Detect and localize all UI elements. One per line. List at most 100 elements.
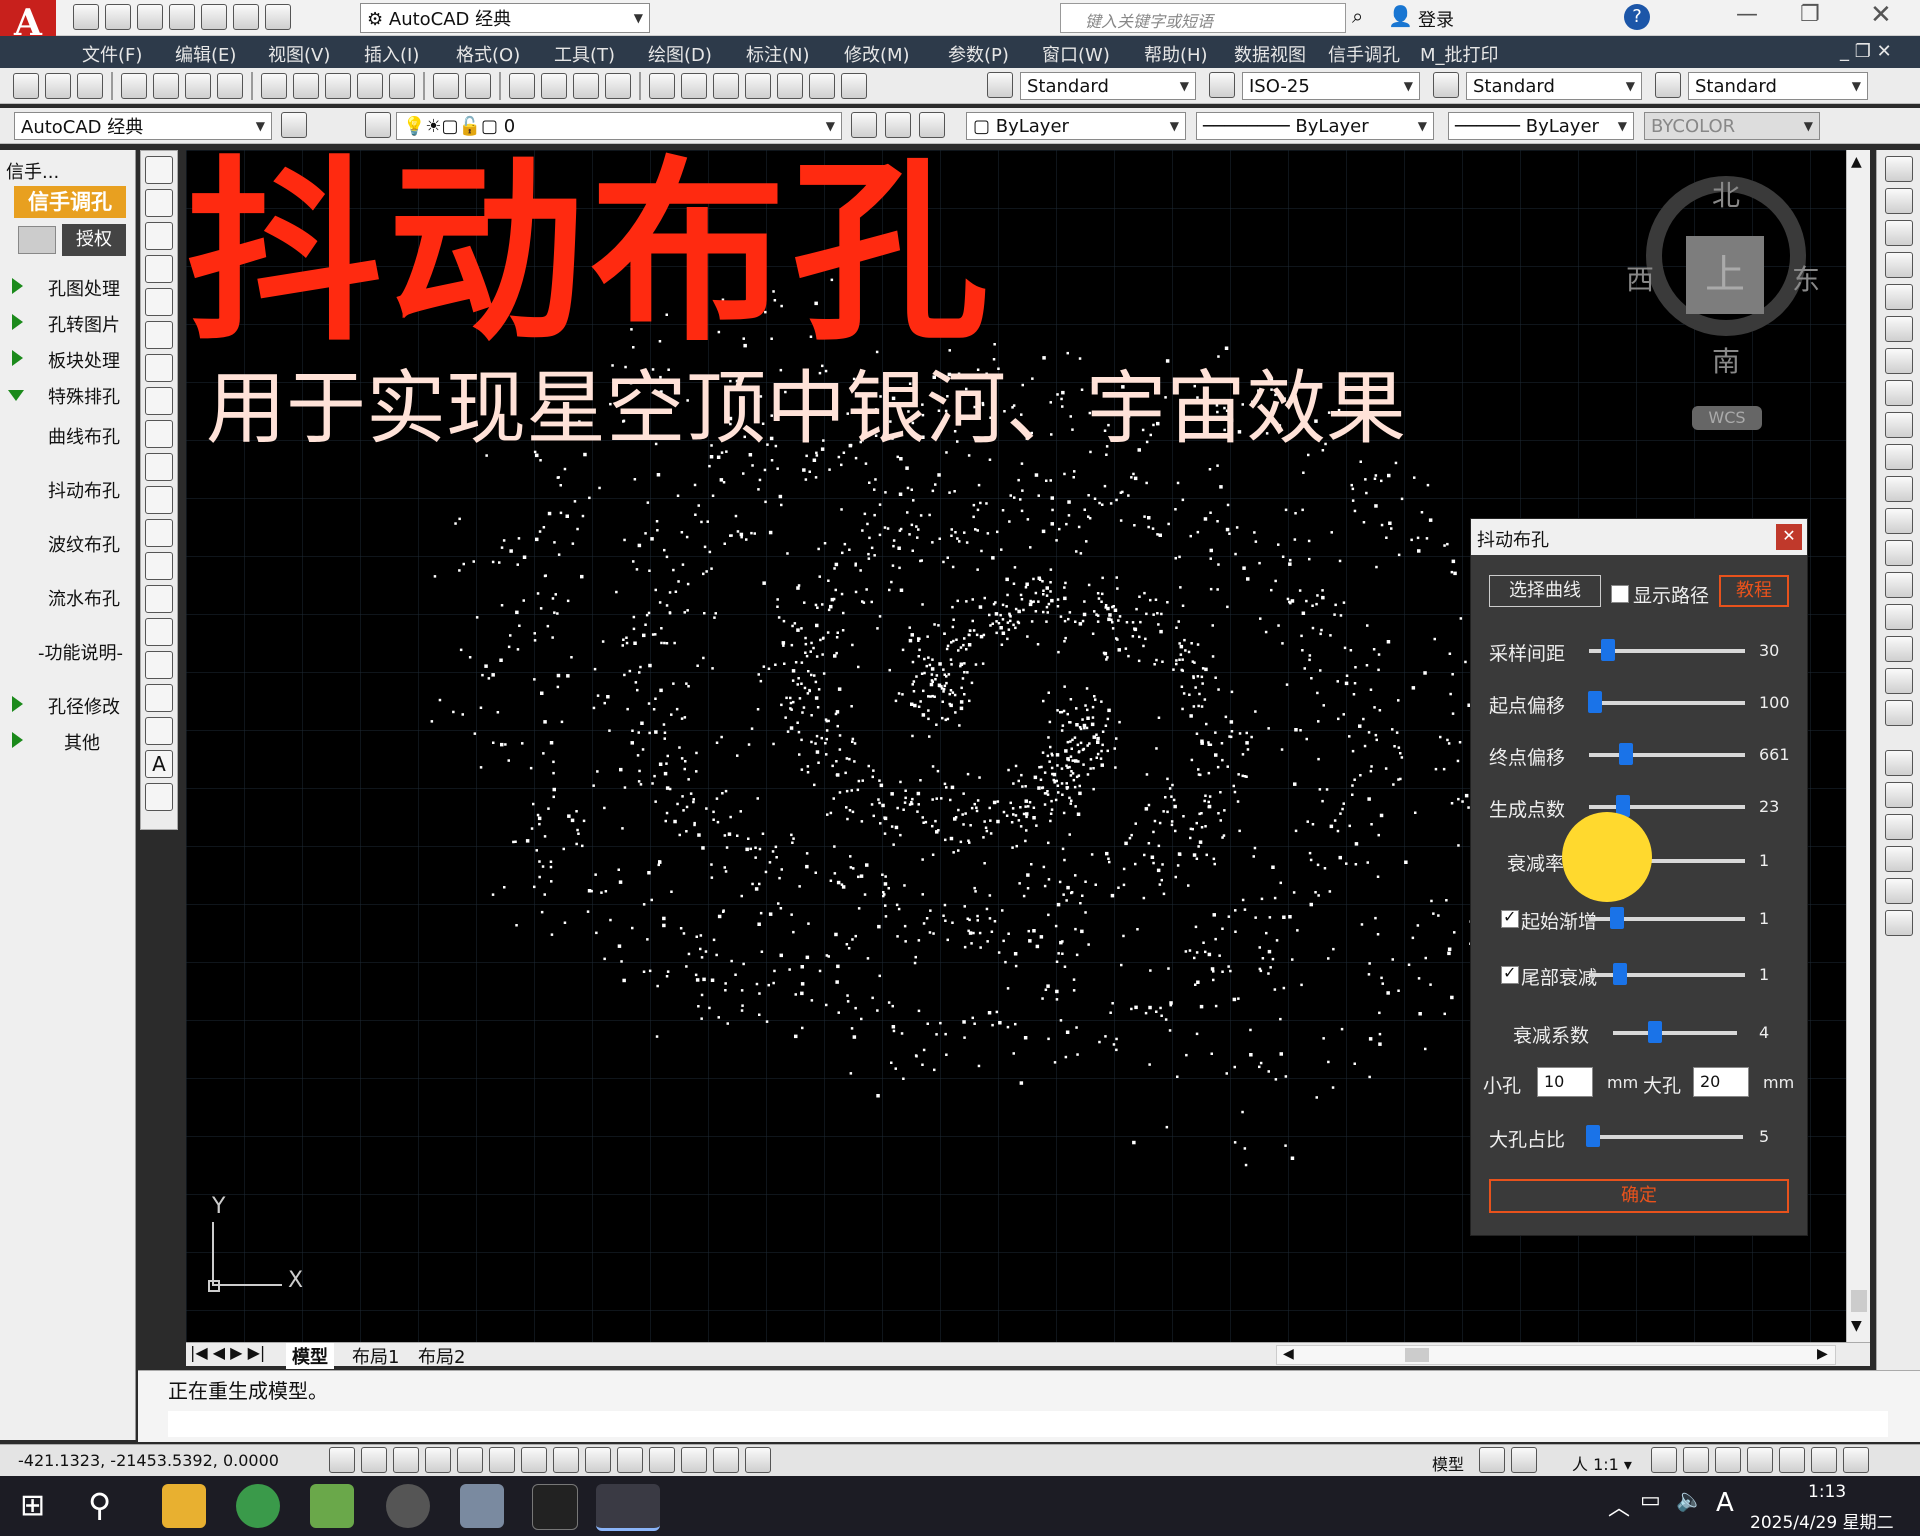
help-book-icon[interactable] xyxy=(841,73,867,99)
hardware-accel-icon[interactable] xyxy=(1779,1447,1805,1473)
horizontal-scrollbar[interactable]: ◀ ▶ xyxy=(1276,1345,1836,1365)
draworder-front-icon[interactable] xyxy=(1884,750,1913,776)
layer-select[interactable]: 💡☀▢🔓▢ 0 ▼ xyxy=(396,112,842,140)
menu-item-special-layout[interactable]: 特殊排孔 xyxy=(0,380,136,410)
pan-icon[interactable] xyxy=(509,73,535,99)
scroll-left-icon[interactable]: ◀ xyxy=(1283,1346,1294,1362)
menu-item-help[interactable]: -功能说明- xyxy=(0,636,136,666)
match-icon[interactable] xyxy=(357,73,383,99)
table-style-icon[interactable] xyxy=(1433,72,1459,98)
doc-window-controls[interactable]: _ ❐ ✕ xyxy=(1840,41,1892,62)
auth-button[interactable]: 授权 xyxy=(62,224,126,256)
ortho-icon[interactable] xyxy=(425,1447,451,1473)
explode-icon[interactable] xyxy=(1884,700,1913,726)
menu-item-board-processing[interactable]: 板块处理 xyxy=(0,344,136,374)
user-icon[interactable]: 👤 xyxy=(1388,4,1413,28)
new-icon[interactable] xyxy=(73,4,99,30)
viewcube[interactable]: 北 南 西 东 上 WCS xyxy=(1626,150,1826,430)
copy-icon[interactable] xyxy=(293,73,319,99)
transparency-icon[interactable] xyxy=(681,1447,707,1473)
tray-chevron-icon[interactable]: ︿ xyxy=(1608,1490,1630,1522)
quick-view-layouts-icon[interactable] xyxy=(1479,1447,1505,1473)
auto-scale-icon[interactable] xyxy=(1683,1447,1709,1473)
ime-indicator[interactable]: A xyxy=(1716,1488,1734,1518)
menu-item-curve-holes[interactable]: 曲线布孔 xyxy=(0,420,136,450)
make-current-icon[interactable] xyxy=(851,112,877,138)
sc-icon[interactable] xyxy=(745,1447,771,1473)
make-block-icon[interactable] xyxy=(145,552,173,580)
layer-previous-icon[interactable] xyxy=(885,112,911,138)
open-file-icon[interactable] xyxy=(45,73,71,99)
menu-draw[interactable]: 绘图(D) xyxy=(648,41,712,67)
spline-icon[interactable] xyxy=(145,420,173,448)
command-input[interactable] xyxy=(168,1411,1888,1437)
menu-item-other[interactable]: 其他 xyxy=(0,726,136,756)
workspace-switcher[interactable]: ⚙ AutoCAD 经典 ▼ xyxy=(360,3,650,33)
slider-track[interactable] xyxy=(1589,753,1745,757)
wcs-button[interactable]: WCS xyxy=(1692,406,1762,430)
extend-icon[interactable] xyxy=(1884,476,1913,502)
recorder-icon[interactable] xyxy=(386,1484,430,1528)
lineweight-icon[interactable] xyxy=(649,1447,675,1473)
properties-icon[interactable] xyxy=(649,73,675,99)
workspace-select[interactable]: AutoCAD 经典 ▼ xyxy=(14,112,272,140)
ratio-slider-thumb[interactable] xyxy=(1586,1125,1601,1147)
viewcube-top-face[interactable]: 上 xyxy=(1686,236,1764,314)
ellipse-icon[interactable] xyxy=(145,453,173,481)
menu-xinshou[interactable]: 信手调孔 xyxy=(1328,41,1400,67)
slider-thumb[interactable] xyxy=(1588,691,1603,713)
slider-enable-checkbox[interactable] xyxy=(1501,907,1519,928)
calculator-icon[interactable] xyxy=(809,73,835,99)
rotate-icon[interactable] xyxy=(1884,348,1913,374)
volume-icon[interactable]: 🔈 xyxy=(1676,1488,1703,1513)
dyn-icon[interactable] xyxy=(617,1447,643,1473)
preview-icon[interactable] xyxy=(153,73,179,99)
layer-iso-icon[interactable] xyxy=(919,112,945,138)
notepad-icon[interactable] xyxy=(310,1484,354,1528)
linetype-select[interactable]: ──────── ByLayer ▼ xyxy=(1196,112,1434,140)
redo-icon[interactable] xyxy=(465,73,491,99)
blend-icon[interactable] xyxy=(1884,668,1913,694)
menu-window[interactable]: 窗口(W) xyxy=(1042,41,1110,67)
show-path-checkbox[interactable] xyxy=(1611,585,1629,603)
compass-east[interactable]: 东 xyxy=(1792,258,1820,298)
chamfer-icon[interactable] xyxy=(1884,604,1913,630)
undo-icon[interactable] xyxy=(233,4,259,30)
slider-thumb[interactable] xyxy=(1613,963,1628,985)
table-icon[interactable] xyxy=(145,717,173,745)
hatch-back-icon[interactable] xyxy=(1884,910,1913,936)
table-style-select[interactable]: Standard ▼ xyxy=(1466,72,1642,100)
publish-icon[interactable] xyxy=(185,73,211,99)
xline-icon[interactable] xyxy=(145,189,173,217)
circle-icon[interactable] xyxy=(145,354,173,382)
insert-block-icon[interactable] xyxy=(145,519,173,547)
menu-view[interactable]: 视图(V) xyxy=(268,41,330,67)
draworder-above-icon[interactable] xyxy=(1884,814,1913,840)
erase-icon[interactable] xyxy=(1884,156,1913,182)
join-icon[interactable] xyxy=(1884,572,1913,598)
minimize-button[interactable]: — xyxy=(1736,2,1758,27)
windows-start-icon[interactable]: ⊞ xyxy=(20,1488,45,1523)
menu-item-hole-to-image[interactable]: 孔转图片 xyxy=(0,308,136,338)
copy-obj-icon[interactable] xyxy=(1884,188,1913,214)
menu-dataview[interactable]: 数据视图 xyxy=(1234,41,1306,67)
trim-icon[interactable] xyxy=(1884,444,1913,470)
restore-button[interactable]: ❐ xyxy=(1800,2,1820,27)
array-icon[interactable] xyxy=(1884,284,1913,310)
point-icon[interactable] xyxy=(145,585,173,613)
mleader-style-select[interactable]: Standard ▼ xyxy=(1688,72,1868,100)
compass-south[interactable]: 南 xyxy=(1712,340,1740,380)
hatch-icon[interactable] xyxy=(145,618,173,646)
menu-format[interactable]: 格式(O) xyxy=(456,41,520,67)
menu-insert[interactable]: 插入(I) xyxy=(364,41,419,67)
open-icon[interactable] xyxy=(105,4,131,30)
binoculars-icon[interactable]: ⌕ xyxy=(1352,4,1363,28)
autocad-taskbar-icon[interactable] xyxy=(596,1484,660,1531)
login-link[interactable]: 登录 xyxy=(1418,6,1454,32)
help-icon[interactable]: ? xyxy=(1624,4,1650,30)
menu-file[interactable]: 文件(F) xyxy=(82,41,142,67)
clock-date[interactable]: 2025/4/29 星期二 xyxy=(1750,1508,1894,1533)
slider-enable-checkbox[interactable] xyxy=(1501,963,1519,984)
clock-time[interactable]: 1:13 xyxy=(1808,1482,1846,1502)
scroll-right-icon[interactable]: ▶ xyxy=(1817,1346,1828,1362)
